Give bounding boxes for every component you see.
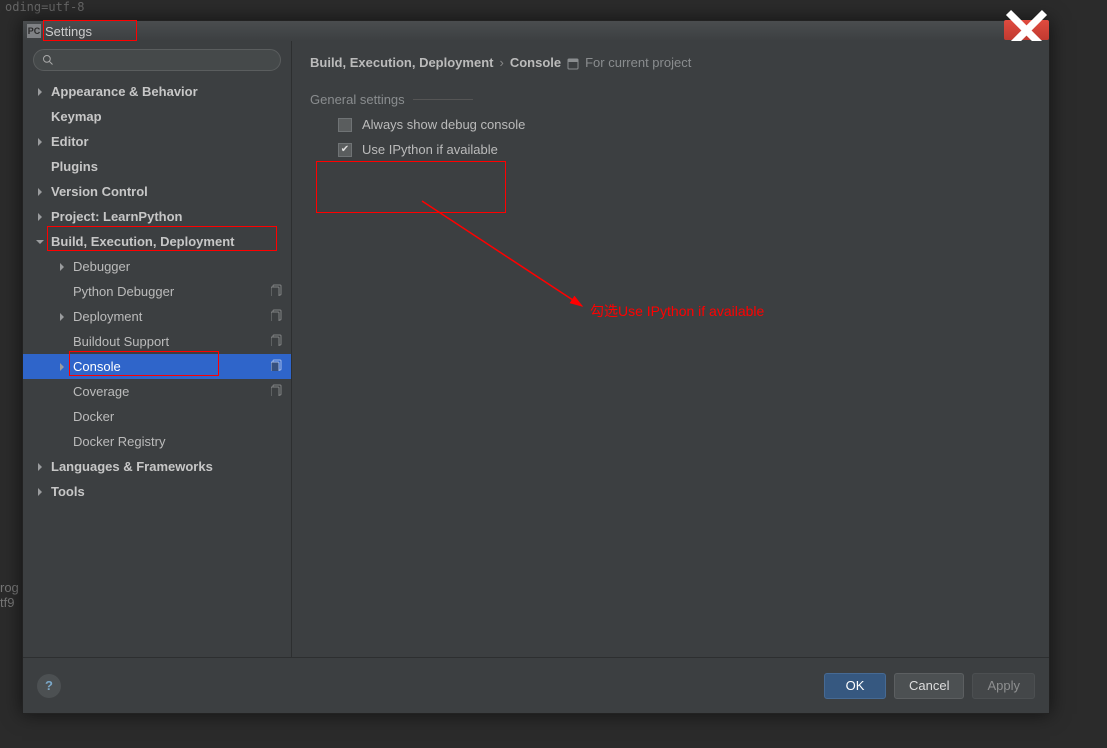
tree-item-label: Console [73,359,121,374]
project-scope-icon [271,309,283,324]
tree-item-plugins[interactable]: Plugins [23,154,291,179]
tree-item-appearance-behavior[interactable]: Appearance & Behavior [23,79,291,104]
tree-item-deployment[interactable]: Deployment [23,304,291,329]
tree-item-build-execution-deployment[interactable]: Build, Execution, Deployment [23,229,291,254]
search-input[interactable] [33,49,281,71]
tree-item-label: Tools [51,484,85,499]
option-label: Always show debug console [362,117,525,132]
breadcrumb-separator: › [499,55,503,70]
tree-item-label: Plugins [51,159,98,174]
tree-item-languages-frameworks[interactable]: Languages & Frameworks [23,454,291,479]
tree-item-project-learnpython[interactable]: Project: LearnPython [23,204,291,229]
tree-item-label: Buildout Support [73,334,169,349]
settings-sidebar: Appearance & Behavior Keymap Editor Plugins… [23,41,292,657]
tree-item-label: Project: LearnPython [51,209,182,224]
tree-item-label: Editor [51,134,89,149]
tree-item-coverage[interactable]: Coverage [23,379,291,404]
ok-button[interactable]: OK [824,673,886,699]
tree-item-tools[interactable]: Tools [23,479,291,504]
option-always-show-debug-console[interactable]: Always show debug console [338,117,1033,132]
tree-item-label: Coverage [73,384,129,399]
chevron-right-icon [35,188,45,196]
chevron-right-icon [57,363,67,371]
chevron-right-icon [35,138,45,146]
tree-item-docker[interactable]: Docker [23,404,291,429]
tree-item-docker-registry[interactable]: Docker Registry [23,429,291,454]
tree-item-label: Docker Registry [73,434,165,449]
editor-bg-text-top: oding=utf-8 [5,0,84,14]
chevron-right-icon [35,488,45,496]
section-general-settings: General settings [310,92,1033,107]
tree-item-debugger[interactable]: Debugger [23,254,291,279]
option-label: Use IPython if available [362,142,498,157]
checkbox-debug-console[interactable] [338,118,352,132]
settings-dialog: PC Settings Appearance & Behavior Keymap E… [22,20,1050,714]
tree-item-label: Keymap [51,109,102,124]
tree-item-keymap[interactable]: Keymap [23,104,291,129]
project-scope-icon [271,334,283,349]
chevron-right-icon [35,463,45,471]
breadcrumb-part1[interactable]: Build, Execution, Deployment [310,55,493,70]
settings-content: Build, Execution, Deployment › Console F… [292,41,1049,657]
option-use-ipython-if-available[interactable]: Use IPython if available [338,142,1033,157]
chevron-right-icon [35,88,45,96]
help-button[interactable]: ? [37,674,61,698]
dialog-footer: ? OK Cancel Apply [23,657,1049,713]
tree-item-label: Appearance & Behavior [51,84,198,99]
close-button[interactable] [1004,20,1049,40]
project-scope-icon [567,55,579,70]
checkbox-use-ipython[interactable] [338,143,352,157]
tree-item-label: Debugger [73,259,130,274]
chevron-right-icon [57,263,67,271]
chevron-right-icon [35,213,45,221]
project-scope-icon [271,359,283,374]
settings-tree: Appearance & Behavior Keymap Editor Plugins… [23,77,291,657]
tree-item-editor[interactable]: Editor [23,129,291,154]
search-icon [42,54,54,66]
annotation-box-option [316,161,506,213]
tree-item-label: Version Control [51,184,148,199]
project-scope-text: For current project [585,55,691,70]
tree-item-label: Deployment [73,309,142,324]
tree-item-version-control[interactable]: Version Control [23,179,291,204]
tree-item-console[interactable]: Console [23,354,291,379]
chevron-down-icon [35,238,45,246]
pycharm-icon: PC [27,24,41,38]
tree-item-label: Build, Execution, Deployment [51,234,234,249]
dialog-title: Settings [45,24,92,39]
editor-bg-text-bottom: rog tf9 [0,580,19,610]
tree-item-buildout-support[interactable]: Buildout Support [23,329,291,354]
tree-item-label: Languages & Frameworks [51,459,213,474]
breadcrumb: Build, Execution, Deployment › Console F… [310,55,1033,70]
apply-button[interactable]: Apply [972,673,1035,699]
tree-item-python-debugger[interactable]: Python Debugger [23,279,291,304]
cancel-button[interactable]: Cancel [894,673,964,699]
breadcrumb-part2: Console [510,55,561,70]
project-scope-icon [271,284,283,299]
annotation-arrow [412,191,612,331]
annotation-text: 勾选Use IPython if available [590,301,764,321]
tree-item-label: Docker [73,409,114,424]
tree-item-label: Python Debugger [73,284,174,299]
titlebar: PC Settings [23,21,1049,41]
project-scope-icon [271,384,283,399]
chevron-right-icon [57,313,67,321]
